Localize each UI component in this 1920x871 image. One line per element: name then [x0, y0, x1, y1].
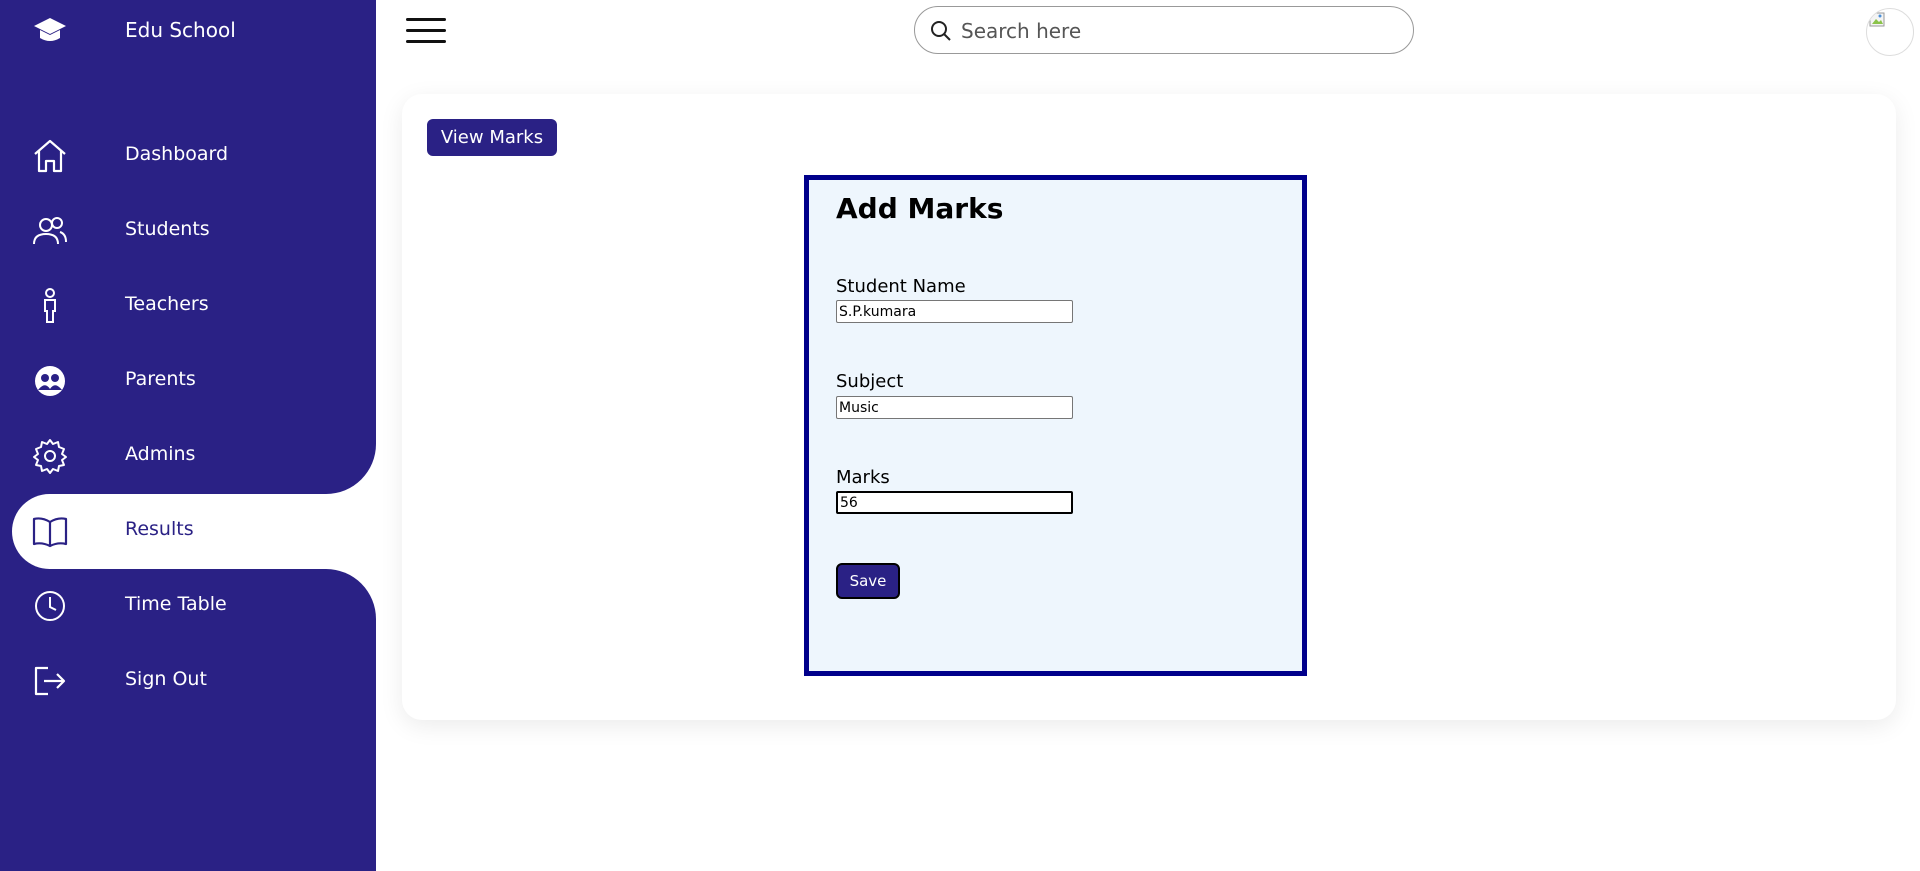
sidebar-item-label: Time Table — [125, 593, 227, 615]
sidebar-item-label: Admins — [125, 443, 196, 465]
sidebar-item-parents[interactable]: Parents — [0, 344, 376, 419]
sign-out-icon — [32, 662, 68, 700]
sidebar-item-students[interactable]: Students — [0, 194, 376, 269]
gear-icon — [32, 437, 68, 475]
subject-field[interactable] — [836, 396, 1073, 419]
brand-name: Edu School — [125, 18, 236, 42]
add-marks-form — [804, 175, 1307, 676]
subject-label: Subject — [836, 371, 904, 392]
avatar[interactable] — [1866, 8, 1914, 56]
sidebar-item-label: Students — [125, 218, 210, 240]
sidebar: Edu School Dashboard Students Teachers P… — [0, 0, 376, 871]
student-name-label: Student Name — [836, 276, 966, 297]
form-title: Add Marks — [836, 192, 1004, 225]
view-marks-button[interactable]: View Marks — [427, 119, 557, 156]
marks-field[interactable] — [836, 491, 1073, 514]
sidebar-item-teachers[interactable]: Teachers — [0, 269, 376, 344]
people-circle-icon — [32, 362, 68, 400]
sidebar-item-dashboard[interactable]: Dashboard — [0, 119, 376, 194]
sidebar-item-label: Parents — [125, 368, 196, 390]
hamburger-menu-icon[interactable] — [406, 18, 446, 44]
search-input[interactable] — [959, 13, 1393, 49]
marks-label: Marks — [836, 467, 890, 488]
search-bar — [914, 6, 1414, 54]
sidebar-item-sign-out[interactable]: Sign Out — [0, 644, 376, 719]
person-icon — [32, 287, 68, 325]
sidebar-item-label: Results — [125, 518, 194, 540]
broken-image-icon — [1869, 12, 1885, 27]
sidebar-item-label: Teachers — [125, 293, 209, 315]
brand[interactable]: Edu School — [0, 0, 376, 62]
users-icon — [32, 212, 68, 250]
active-corner-top — [326, 444, 376, 494]
student-name-field[interactable] — [836, 300, 1073, 323]
clock-icon — [32, 587, 68, 625]
search-icon — [929, 19, 953, 43]
book-icon — [32, 512, 68, 550]
sidebar-item-results[interactable]: Results — [12, 494, 376, 569]
sidebar-item-time-table[interactable]: Time Table — [0, 569, 376, 644]
sidebar-item-admins[interactable]: Admins — [0, 419, 376, 494]
graduation-cap-icon — [32, 14, 68, 48]
save-button[interactable]: Save — [836, 563, 900, 599]
home-icon — [32, 137, 68, 175]
sidebar-item-label: Sign Out — [125, 668, 207, 690]
sidebar-item-label: Dashboard — [125, 143, 229, 165]
